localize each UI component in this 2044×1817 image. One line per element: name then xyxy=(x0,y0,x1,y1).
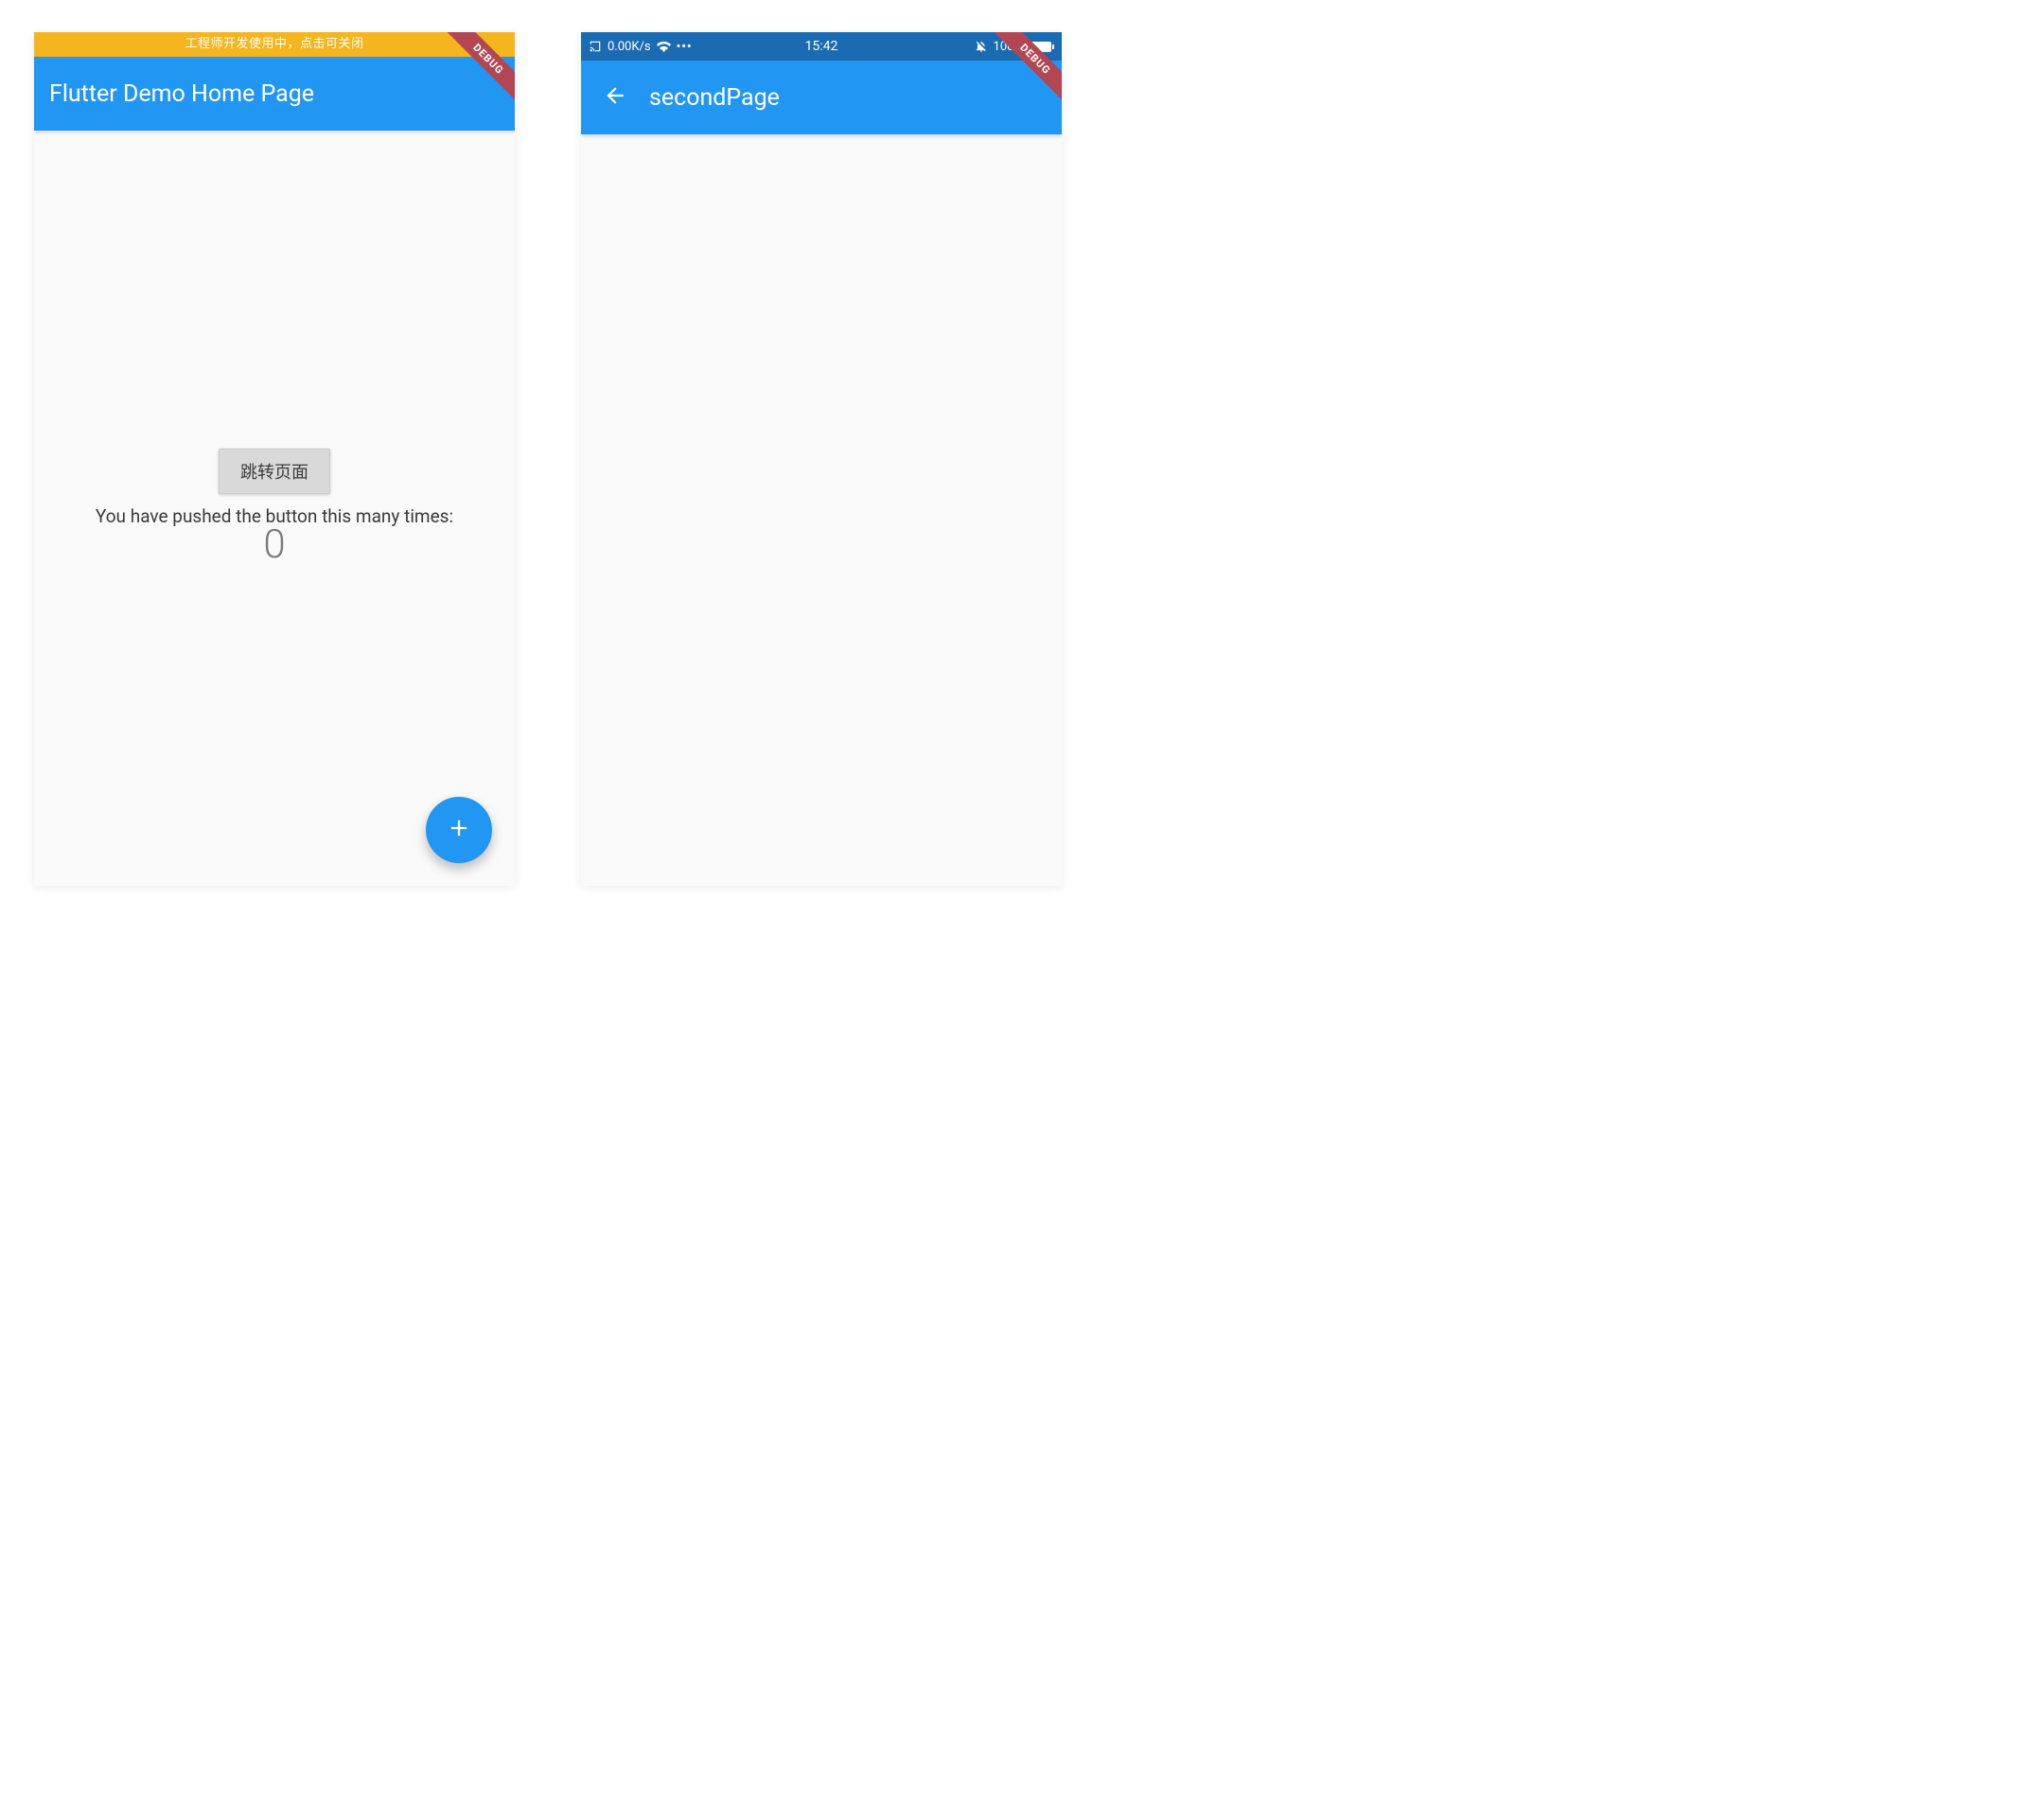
page-body-empty xyxy=(581,134,1062,886)
dnd-icon xyxy=(975,40,988,53)
navigate-button[interactable]: 跳转页面 xyxy=(219,449,330,494)
dev-mode-banner[interactable]: 工程师开发使用中，点击可关闭 xyxy=(34,32,515,57)
status-bar: 0.00K/s ••• 15:42 100% xyxy=(581,32,1062,61)
appbar-title: secondPage xyxy=(649,84,780,112)
appbar: Flutter Demo Home Page xyxy=(34,57,515,131)
counter-value: 0 xyxy=(263,521,285,568)
appbar-title: Flutter Demo Home Page xyxy=(49,80,314,108)
cast-icon xyxy=(589,40,602,53)
page-body: 跳转页面 You have pushed the button this man… xyxy=(34,131,515,886)
more-icon: ••• xyxy=(677,40,693,54)
net-speed: 0.00K/s xyxy=(608,40,651,54)
plus-icon xyxy=(446,815,472,845)
status-time: 15:42 xyxy=(805,39,838,54)
arrow-back-icon xyxy=(603,83,627,112)
phone-left: DEBUG 工程师开发使用中，点击可关闭 Flutter Demo Home P… xyxy=(34,32,515,886)
wifi-icon xyxy=(657,40,671,54)
back-button[interactable] xyxy=(596,83,634,112)
increment-fab[interactable] xyxy=(426,797,492,863)
phone-right: DEBUG 0.00K/s ••• 15:42 100% xyxy=(581,32,1062,886)
appbar: secondPage xyxy=(581,61,1062,134)
